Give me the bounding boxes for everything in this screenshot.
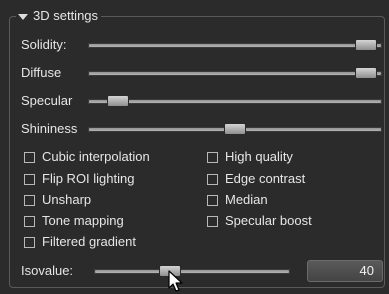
solidity-slider-row: Solidity: xyxy=(21,37,385,53)
solidity-slider-handle[interactable] xyxy=(354,39,377,51)
specular-label: Specular xyxy=(21,93,73,108)
unsharp-checkbox[interactable]: Unsharp xyxy=(24,192,91,208)
specular-slider[interactable] xyxy=(88,95,382,107)
checkbox-label: Median xyxy=(225,192,268,207)
specular-boost-checkbox[interactable]: Specular boost xyxy=(207,213,312,229)
checkbox-box[interactable] xyxy=(207,151,218,163)
shininess-slider[interactable] xyxy=(88,123,382,135)
specular-slider-row: Specular xyxy=(21,93,385,109)
checkbox-box[interactable] xyxy=(207,173,218,185)
shininess-slider-row: Shininess xyxy=(21,121,385,137)
shininess-slider-handle[interactable] xyxy=(224,123,246,135)
isovalue-spinbox[interactable]: 40 xyxy=(307,260,383,282)
checkbox-box[interactable] xyxy=(24,194,35,206)
diffuse-slider-row: Diffuse xyxy=(21,65,385,81)
diffuse-slider-handle[interactable] xyxy=(354,67,377,79)
checkbox-box[interactable] xyxy=(207,215,218,227)
checkbox-box[interactable] xyxy=(24,151,35,163)
median-checkbox[interactable]: Median xyxy=(207,192,268,208)
solidity-label: Solidity: xyxy=(21,37,67,52)
diffuse-label: Diffuse xyxy=(21,65,62,80)
checkbox-box[interactable] xyxy=(207,194,218,206)
tone-mapping-checkbox[interactable]: Tone mapping xyxy=(24,213,124,229)
cubic-interpolation-checkbox[interactable]: Cubic interpolation xyxy=(24,149,150,165)
solidity-slider[interactable] xyxy=(88,39,382,51)
checkbox-box[interactable] xyxy=(24,236,35,248)
checkbox-label: Flip ROI lighting xyxy=(42,171,135,186)
collapse-arrow-icon[interactable] xyxy=(18,13,28,20)
checkbox-label: Tone mapping xyxy=(42,213,124,228)
checkbox-label: Unsharp xyxy=(42,192,92,207)
3d-settings-header[interactable]: 3D settings xyxy=(16,8,102,24)
checkbox-box[interactable] xyxy=(24,173,35,185)
checkbox-label: Edge contrast xyxy=(225,171,306,186)
panel-title: 3D settings xyxy=(33,8,99,23)
shininess-label: Shininess xyxy=(21,121,78,136)
isovalue-slider-row: Isovalue: xyxy=(21,263,291,279)
high-quality-checkbox[interactable]: High quality xyxy=(207,149,293,165)
checkbox-label: Cubic interpolation xyxy=(42,149,150,164)
checkbox-label: Specular boost xyxy=(225,213,312,228)
isovalue-label: Isovalue: xyxy=(21,263,74,278)
specular-slider-handle[interactable] xyxy=(107,95,130,107)
isovalue-slider[interactable] xyxy=(94,265,290,277)
mouse-cursor-icon xyxy=(168,270,183,292)
filtered-gradient-checkbox[interactable]: Filtered gradient xyxy=(24,234,136,250)
checkbox-label: High quality xyxy=(225,149,293,164)
edge-contrast-checkbox[interactable]: Edge contrast xyxy=(207,171,305,187)
diffuse-slider[interactable] xyxy=(88,67,382,79)
flip-roi-lighting-checkbox[interactable]: Flip ROI lighting xyxy=(24,171,134,187)
checkbox-box[interactable] xyxy=(24,215,35,227)
checkbox-label: Filtered gradient xyxy=(42,234,136,249)
